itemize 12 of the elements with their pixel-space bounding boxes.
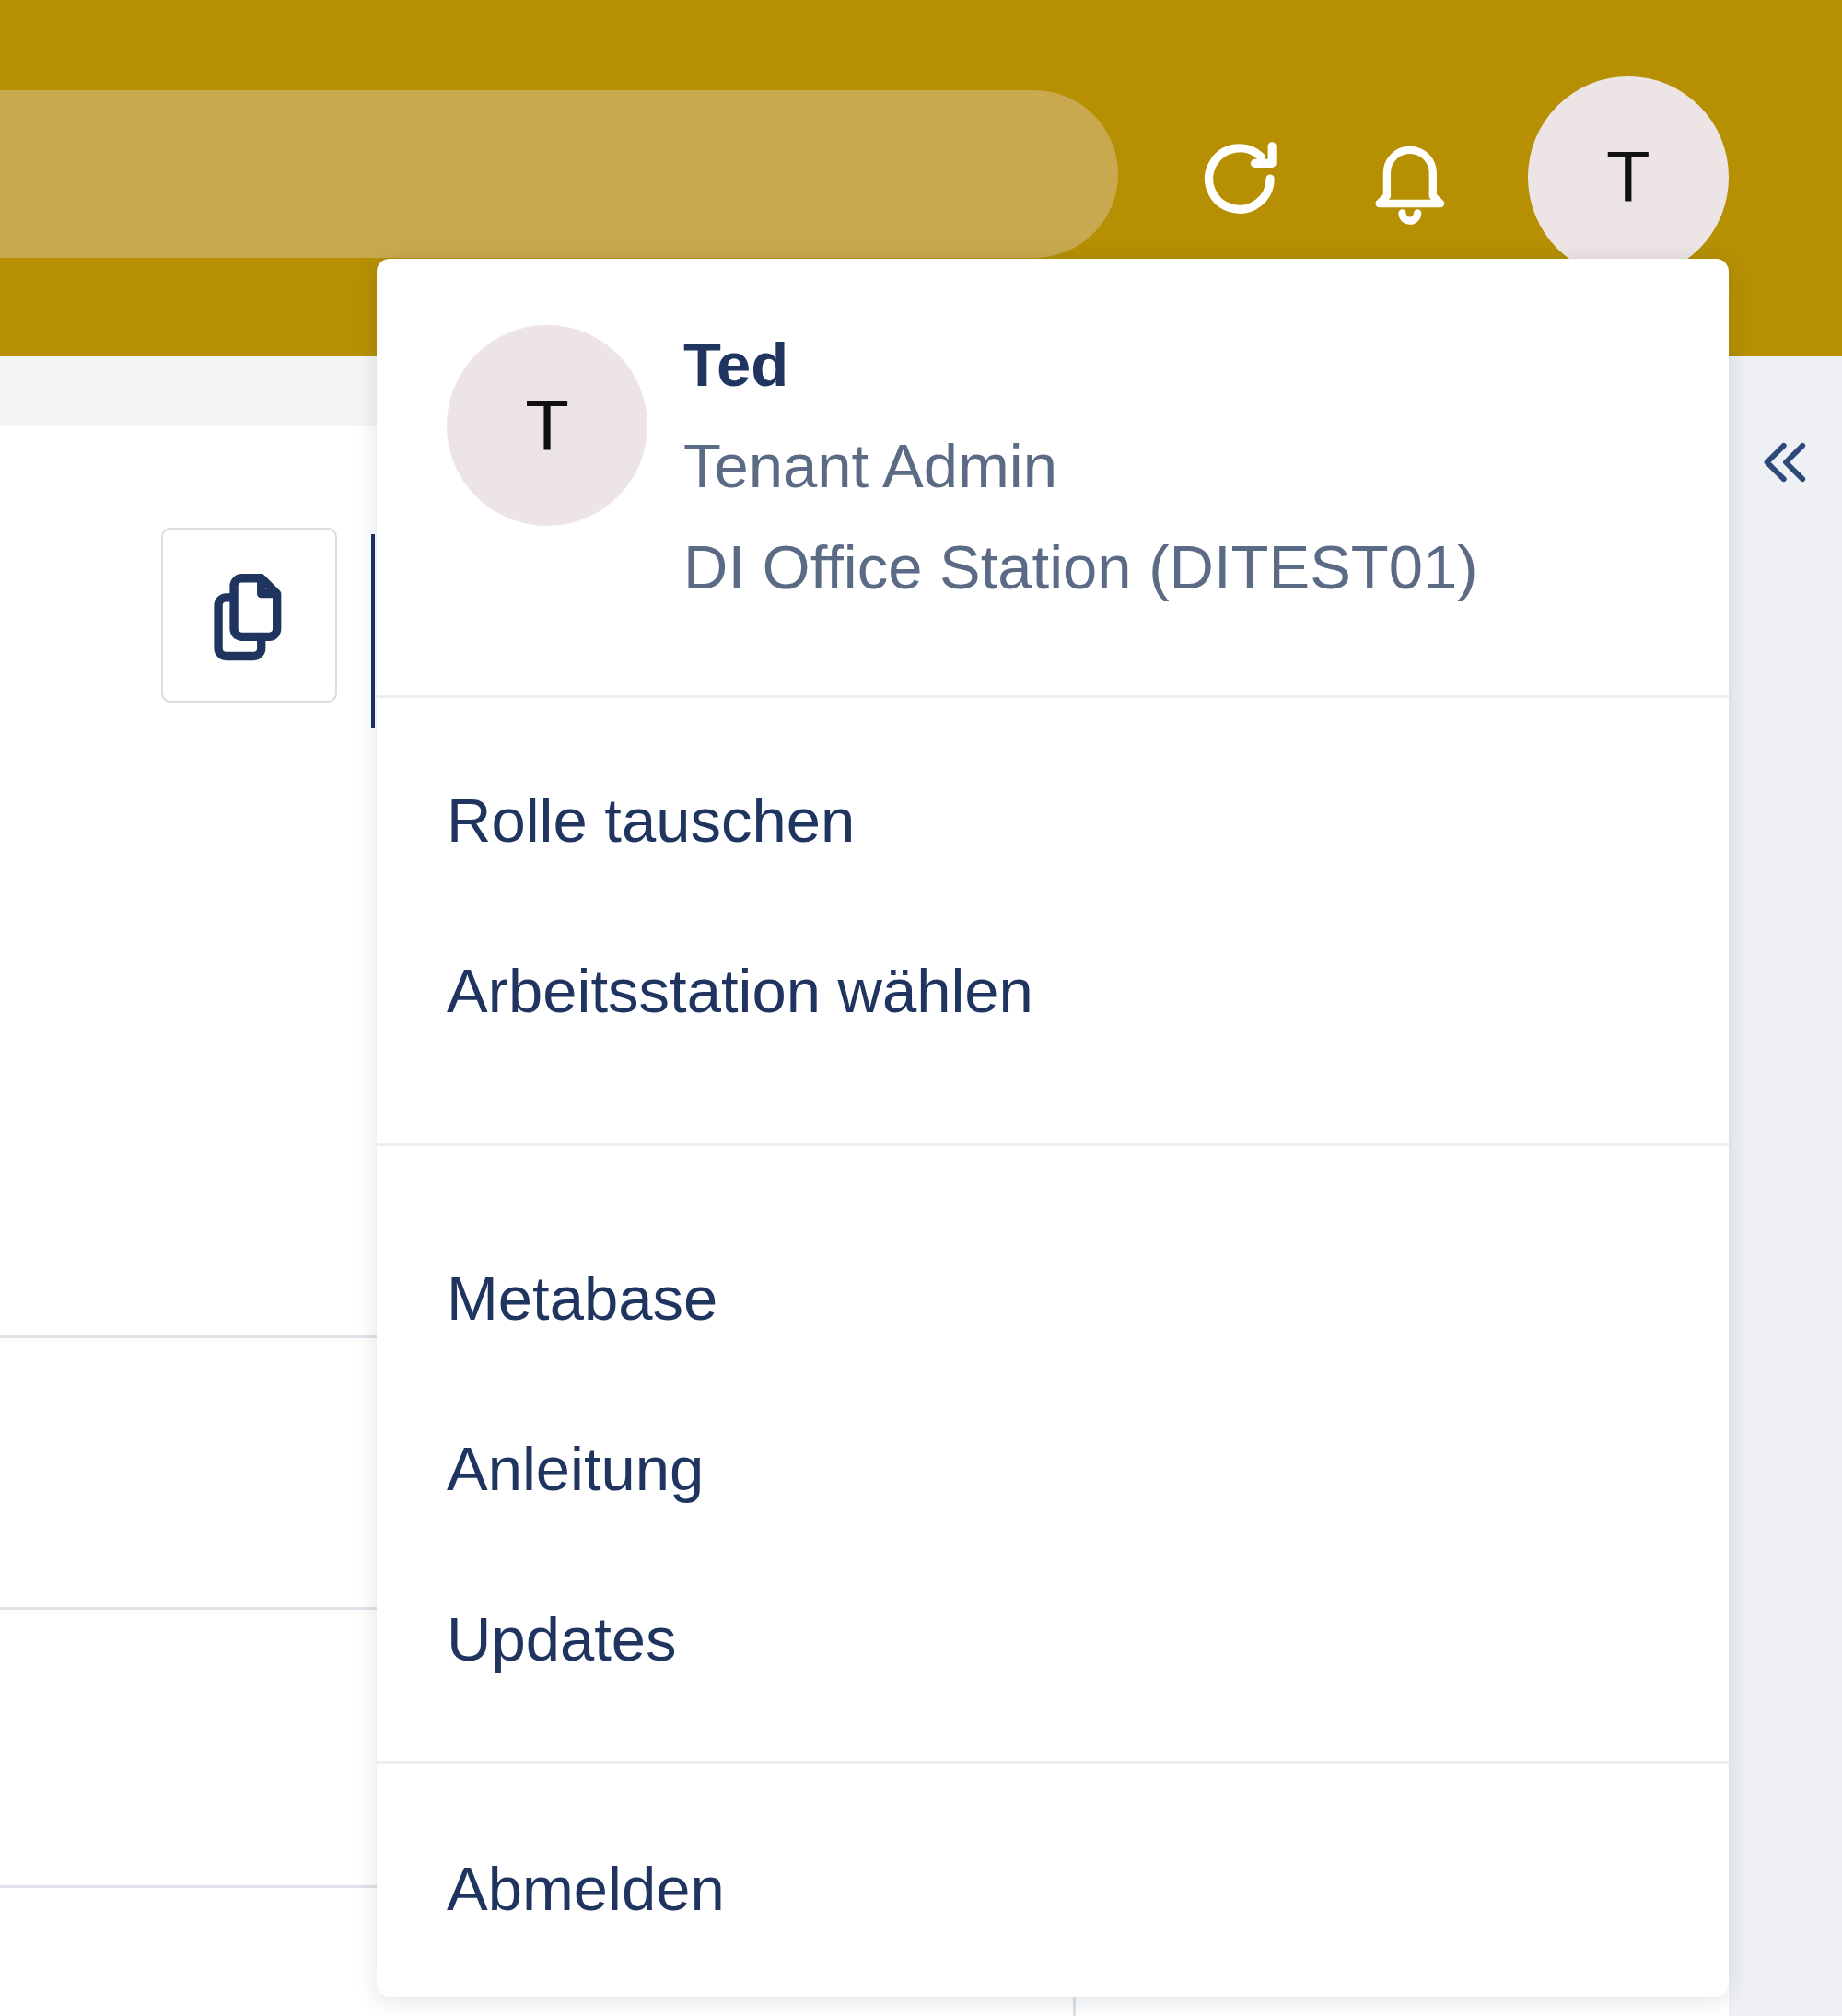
user-name: Ted	[683, 329, 790, 401]
menu-item[interactable]: Rolle tauschen	[377, 735, 856, 905]
menu-item[interactable]: Arbeitsstation wählen	[377, 905, 1033, 1076]
user-avatar: T	[447, 325, 647, 526]
search-field[interactable]	[0, 90, 1119, 258]
menu-item[interactable]: Anleitung	[377, 1383, 705, 1554]
workstation-name: DI Office Station (DITEST01)	[683, 531, 1478, 603]
copy-button[interactable]	[161, 528, 337, 703]
menu-item[interactable]: Metabase	[377, 1213, 718, 1383]
menu-item[interactable]: Updates	[377, 1554, 677, 1724]
user-role: Tenant Admin	[683, 430, 1058, 502]
menu-item[interactable]: Abmelden	[377, 1803, 725, 1974]
